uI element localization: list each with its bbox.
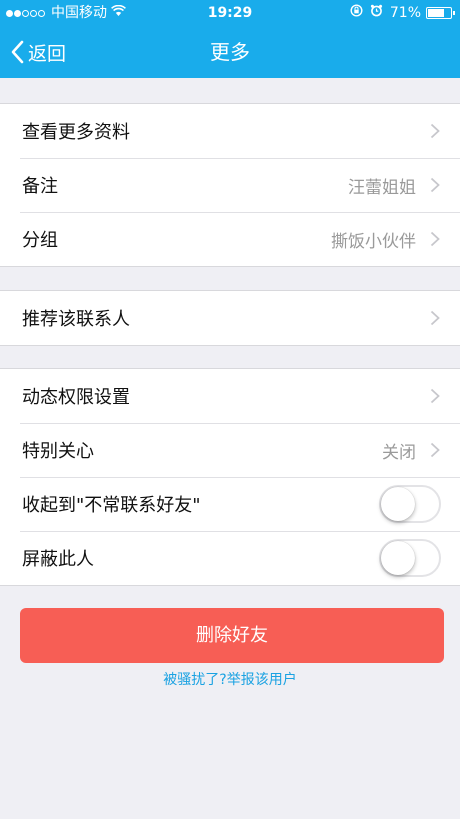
- settings-group-profile: 查看更多资料 备注 汪蕾姐姐 分组 撕饭小伙伴: [0, 103, 460, 267]
- row-label: 备注: [22, 176, 58, 197]
- settings-group-recommend: 推荐该联系人: [0, 290, 460, 346]
- block-user-toggle[interactable]: [379, 539, 441, 577]
- row-block-user: 屏蔽此人: [0, 531, 460, 585]
- row-value: 撕饭小伙伴: [331, 231, 416, 252]
- row-group[interactable]: 分组 撕饭小伙伴: [0, 212, 460, 266]
- row-remark[interactable]: 备注 汪蕾姐姐: [0, 158, 460, 212]
- chevron-right-icon: [430, 310, 440, 326]
- battery-icon: [426, 7, 455, 19]
- row-value: 关闭: [382, 442, 416, 463]
- row-label: 分组: [22, 230, 58, 251]
- collapse-infrequent-toggle[interactable]: [379, 485, 441, 523]
- chevron-right-icon: [430, 442, 440, 458]
- alarm-icon: [370, 0, 383, 26]
- row-label: 收起到"不常联系好友": [22, 495, 201, 516]
- row-value: 汪蕾姐姐: [348, 177, 416, 198]
- chevron-right-icon: [430, 231, 440, 247]
- status-bar: 中国移动 19:29 71%: [0, 0, 460, 26]
- row-label: 屏蔽此人: [22, 549, 94, 570]
- rotation-lock-icon: [350, 0, 363, 26]
- chevron-right-icon: [430, 388, 440, 404]
- row-recommend-contact[interactable]: 推荐该联系人: [0, 291, 460, 345]
- delete-friend-button[interactable]: 删除好友: [20, 608, 444, 663]
- page-title: 更多: [210, 40, 250, 64]
- row-view-more-info[interactable]: 查看更多资料: [0, 104, 460, 158]
- settings-group-privacy: 动态权限设置 特别关心 关闭 收起到"不常联系好友" 屏蔽此人: [0, 368, 460, 586]
- report-user-link[interactable]: 被骚扰了?举报该用户: [0, 669, 460, 689]
- row-special-care[interactable]: 特别关心 关闭: [0, 423, 460, 477]
- row-label: 动态权限设置: [22, 387, 130, 408]
- chevron-right-icon: [430, 177, 440, 193]
- row-feed-permissions[interactable]: 动态权限设置: [0, 369, 460, 423]
- chevron-right-icon: [430, 123, 440, 139]
- top-bar: 中国移动 19:29 71% 返回 更多: [0, 0, 460, 78]
- toggle-knob: [381, 541, 415, 575]
- battery-percent: 71%: [389, 5, 421, 21]
- row-collapse-infrequent: 收起到"不常联系好友": [0, 477, 460, 531]
- row-label: 查看更多资料: [22, 122, 130, 143]
- row-label: 特别关心: [22, 441, 94, 462]
- navigation-bar: 返回 更多: [0, 26, 460, 78]
- toggle-knob: [381, 487, 415, 521]
- row-label: 推荐该联系人: [22, 309, 130, 330]
